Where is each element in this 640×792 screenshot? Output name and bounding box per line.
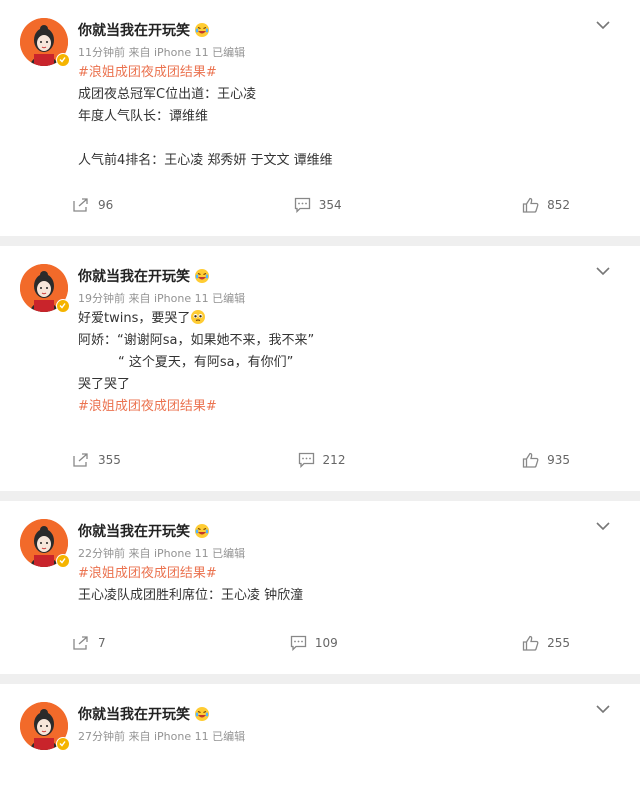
like-button[interactable]: 255	[522, 635, 570, 651]
post-meta: 22分钟前 来自 iPhone 11 已编辑	[78, 545, 245, 561]
topic-hashtag[interactable]: #浪姐成团夜成团结果#	[78, 396, 620, 418]
post-text-line: “ 这个夏天，有阿sa，有你们”	[118, 355, 294, 370]
post-source: 来自 iPhone 11	[128, 292, 209, 305]
comment-icon	[298, 452, 314, 468]
post-header: 你就当我在开玩笑 19分钟前 来自 iPhone 11 已编辑	[20, 264, 620, 313]
post-text-line: 成团夜总冠军C位出道：王心凌	[78, 87, 257, 102]
post-content: 好爱twins，要哭了 阿娇：“谢谢阿sa，如果她不来，我不来” “ 这个夏天，…	[78, 308, 620, 418]
post-header: 你就当我在开玩笑 22分钟前 来自 iPhone 11 已编辑	[20, 519, 620, 568]
comment-button[interactable]: 212	[298, 452, 346, 468]
weibo-feed: 你就当我在开玩笑 11分钟前 来自 iPhone 11 已编辑 #浪姐成团夜成团…	[0, 0, 640, 792]
post-meta: 11分钟前 来自 iPhone 11 已编辑	[78, 44, 245, 60]
weibo-post: 你就当我在开玩笑 22分钟前 来自 iPhone 11 已编辑 #浪姐成团夜成团…	[0, 501, 640, 674]
repost-button[interactable]: 355	[72, 452, 121, 468]
thumbs-up-icon	[522, 635, 539, 651]
thumbs-up-icon	[522, 452, 539, 468]
chevron-down-icon[interactable]	[596, 521, 610, 531]
comment-button[interactable]: 109	[290, 635, 338, 651]
like-count: 255	[547, 636, 570, 650]
edited-label[interactable]: 已编辑	[212, 46, 245, 59]
post-source: 来自 iPhone 11	[128, 46, 209, 59]
repost-icon	[73, 198, 88, 212]
topic-hashtag[interactable]: #浪姐成团夜成团结果#	[78, 62, 620, 84]
verified-badge-icon	[56, 299, 70, 313]
verified-badge-icon	[56, 53, 70, 67]
verified-badge-icon	[56, 737, 70, 751]
chevron-down-icon[interactable]	[596, 20, 610, 30]
repost-count: 96	[98, 198, 114, 212]
repost-icon	[73, 636, 88, 650]
like-count: 852	[547, 198, 570, 212]
repost-count: 7	[98, 636, 106, 650]
chevron-down-icon[interactable]	[596, 266, 610, 276]
laughing-tears-emoji-icon	[195, 269, 209, 283]
post-content: #浪姐成团夜成团结果# 王心凌队成团胜利席位：王心凌 钟欣潼	[78, 563, 620, 607]
laughing-tears-emoji-icon	[195, 524, 209, 538]
comment-icon	[290, 635, 307, 651]
like-count: 935	[547, 453, 570, 467]
post-time[interactable]: 11分钟前	[78, 46, 125, 59]
edited-label[interactable]: 已编辑	[212, 292, 245, 305]
comment-icon	[294, 197, 310, 213]
thumbs-up-icon	[522, 197, 539, 213]
username[interactable]: 你就当我在开玩笑	[78, 266, 190, 286]
post-header: 你就当我在开玩笑 11分钟前 来自 iPhone 11 已编辑	[20, 18, 620, 67]
weibo-post: 你就当我在开玩笑 19分钟前 来自 iPhone 11 已编辑 好爱twins，…	[0, 246, 640, 491]
post-meta: 19分钟前 来自 iPhone 11 已编辑	[78, 290, 245, 306]
pleading-face-icon	[191, 310, 206, 324]
comment-count: 354	[318, 198, 342, 212]
edited-label[interactable]: 已编辑	[212, 730, 245, 743]
post-time[interactable]: 27分钟前	[78, 730, 125, 743]
post-text-line: 年度人气队长：谭维维	[78, 109, 209, 124]
repost-button[interactable]: 7	[72, 635, 106, 651]
repost-icon	[73, 453, 88, 467]
username[interactable]: 你就当我在开玩笑	[78, 521, 190, 541]
laughing-tears-emoji-icon	[195, 707, 209, 721]
avatar[interactable]	[20, 702, 70, 751]
post-text-line: 哭了哭了	[78, 377, 131, 392]
weibo-post: 你就当我在开玩笑 27分钟前 来自 iPhone 11 已编辑	[0, 684, 640, 792]
post-time[interactable]: 22分钟前	[78, 547, 125, 560]
post-content: #浪姐成团夜成团结果# 成团夜总冠军C位出道：王心凌 年度人气队长：谭维维 人气…	[78, 62, 620, 172]
post-actions: 7 109 255	[20, 612, 620, 674]
like-button[interactable]: 852	[522, 197, 570, 213]
post-source: 来自 iPhone 11	[128, 547, 209, 560]
verified-badge-icon	[56, 554, 70, 568]
post-text: 好爱twins，要哭了	[78, 311, 191, 326]
post-time[interactable]: 19分钟前	[78, 292, 125, 305]
laughing-tears-emoji-icon	[195, 23, 209, 37]
repost-button[interactable]: 96	[72, 197, 113, 213]
topic-hashtag[interactable]: #浪姐成团夜成团结果#	[78, 563, 620, 585]
comment-button[interactable]: 354	[294, 197, 342, 213]
chevron-down-icon[interactable]	[596, 704, 610, 714]
like-button[interactable]: 935	[522, 452, 570, 468]
post-header: 你就当我在开玩笑 27分钟前 来自 iPhone 11 已编辑	[20, 702, 620, 751]
post-source: 来自 iPhone 11	[128, 730, 209, 743]
repost-count: 355	[98, 453, 121, 467]
comment-count: 212	[322, 453, 346, 467]
avatar[interactable]	[20, 519, 70, 568]
post-text-line: 王心凌队成团胜利席位：王心凌 钟欣潼	[78, 588, 304, 603]
avatar[interactable]	[20, 18, 70, 67]
post-actions: 96 354 852	[20, 174, 620, 236]
post-actions: 355 212 935	[20, 429, 620, 491]
username[interactable]: 你就当我在开玩笑	[78, 704, 190, 724]
post-text-line: 人气前4排名：王心凌 郑秀妍 于文文 谭维维	[78, 153, 333, 168]
edited-label[interactable]: 已编辑	[212, 547, 245, 560]
username[interactable]: 你就当我在开玩笑	[78, 20, 190, 40]
avatar[interactable]	[20, 264, 70, 313]
post-text-line: 阿娇：“谢谢阿sa，如果她不来，我不来”	[78, 333, 315, 348]
comment-count: 109	[314, 636, 338, 650]
weibo-post: 你就当我在开玩笑 11分钟前 来自 iPhone 11 已编辑 #浪姐成团夜成团…	[0, 0, 640, 236]
post-text-line: 好爱twins，要哭了	[78, 308, 620, 330]
